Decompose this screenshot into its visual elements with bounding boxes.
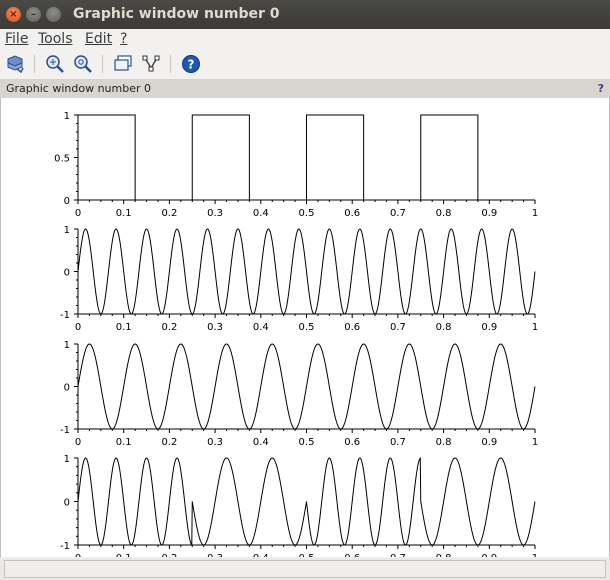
y-tick-label: 0 — [64, 268, 70, 279]
x-tick-label: 1 — [532, 553, 538, 557]
x-tick-label: 0.3 — [207, 553, 223, 557]
x-tick-label: 0.8 — [436, 437, 452, 448]
y-tick-label: 1 — [64, 111, 70, 122]
figure-label: Graphic window number 0 — [6, 82, 151, 95]
x-tick-label: 0.6 — [344, 437, 360, 448]
y-tick-label: 0 — [64, 498, 70, 509]
x-tick-label: 0.2 — [161, 322, 177, 333]
x-tick-label: 0.1 — [116, 437, 132, 448]
x-tick-label: 0.9 — [481, 322, 497, 333]
x-tick-label: 1 — [532, 437, 538, 448]
x-tick-label: 0.4 — [253, 553, 269, 557]
x-tick-label: 0 — [75, 322, 81, 333]
help-icon[interactable]: ? — [180, 53, 202, 75]
plot-curve — [77, 343, 536, 430]
x-tick-label: 0.4 — [253, 208, 269, 219]
datatip-icon[interactable] — [112, 53, 134, 75]
status-bar — [0, 558, 610, 580]
menu-bar: File Tools Edit ? — [0, 29, 610, 49]
y-tick-label: 1 — [64, 454, 70, 465]
x-tick-label: 0.7 — [390, 322, 406, 333]
x-tick-label: 0.5 — [299, 208, 315, 219]
x-tick-label: 0 — [75, 553, 81, 557]
plots-svg[interactable]: 0 0.1 0.2 0.3 0.4 0.5 0.6 0.7 0.8 0.9 100.510 0.1 0.… — [1, 98, 609, 564]
x-tick-label: 0.9 — [481, 437, 497, 448]
x-tick-label: 0.8 — [436, 208, 452, 219]
y-tick-label: 0 — [64, 383, 70, 394]
toolbar-separator — [34, 55, 35, 73]
x-tick-label: 0.5 — [299, 437, 315, 448]
x-tick-label: 0.6 — [344, 322, 360, 333]
menu-tools[interactable]: Tools — [38, 31, 73, 47]
y-tick-label: 0.5 — [54, 154, 70, 165]
x-tick-label: 0.7 — [390, 553, 406, 557]
x-tick-label: 0.1 — [116, 553, 132, 557]
zoom-in-icon[interactable] — [44, 53, 66, 75]
x-tick-label: 0 — [75, 437, 81, 448]
x-tick-label: 0.3 — [207, 208, 223, 219]
x-tick-label: 0.1 — [116, 322, 132, 333]
y-tick-label: -1 — [60, 541, 70, 552]
menu-help[interactable]: ? — [120, 31, 127, 47]
close-window-button[interactable]: × — [6, 7, 21, 22]
x-tick-label: 0.5 — [299, 322, 315, 333]
toolbar: ? — [0, 49, 610, 80]
menu-file[interactable]: File — [5, 31, 28, 47]
toolbar-separator — [170, 55, 171, 73]
plot-curve — [77, 228, 536, 315]
x-tick-label: 0.5 — [299, 553, 315, 557]
x-tick-label: 0.2 — [161, 437, 177, 448]
x-tick-label: 1 — [532, 322, 538, 333]
x-tick-label: 0.4 — [253, 322, 269, 333]
x-tick-label: 0.7 — [390, 208, 406, 219]
window-title: Graphic window number 0 — [73, 6, 280, 22]
x-tick-label: 0.6 — [344, 208, 360, 219]
minimize-window-button[interactable]: – — [26, 7, 41, 22]
x-tick-label: 0.3 — [207, 322, 223, 333]
plot-curve — [77, 114, 535, 201]
x-tick-label: 0.2 — [161, 208, 177, 219]
plot-canvas[interactable]: 0 0.1 0.2 0.3 0.4 0.5 0.6 0.7 0.8 0.9 1 0 0.5 1 0 0.1 0.… — [0, 98, 610, 564]
svg-text:?: ? — [188, 58, 195, 72]
x-tick-label: 0.9 — [481, 553, 497, 557]
x-tick-label: 0.6 — [344, 553, 360, 557]
x-tick-label: 0.4 — [253, 437, 269, 448]
datatip-edit-icon[interactable] — [140, 53, 162, 75]
figure-help-button[interactable]: ? — [598, 82, 604, 95]
x-tick-label: 0.2 — [161, 553, 177, 557]
status-field — [4, 560, 606, 578]
rotate-icon[interactable] — [4, 53, 26, 75]
x-tick-label: 0.8 — [436, 553, 452, 557]
y-tick-label: 1 — [64, 225, 70, 236]
title-bar: × – Graphic window number 0 — [0, 0, 610, 29]
x-tick-label: 0.8 — [436, 322, 452, 333]
x-tick-label: 0 — [75, 208, 81, 219]
menu-edit[interactable]: Edit — [85, 31, 112, 47]
y-tick-label: -1 — [60, 310, 70, 321]
y-tick-label: -1 — [60, 425, 70, 436]
zoom-reset-icon[interactable] — [72, 53, 94, 75]
x-tick-label: 0.1 — [116, 208, 132, 219]
x-tick-label: 0.3 — [207, 437, 223, 448]
x-tick-label: 0.9 — [481, 208, 497, 219]
figure-bar: Graphic window number 0 ? — [0, 80, 610, 98]
toolbar-separator — [102, 55, 103, 73]
x-tick-label: 0.7 — [390, 437, 406, 448]
maximize-window-button[interactable] — [46, 7, 61, 22]
y-tick-label: 1 — [64, 340, 70, 351]
plot-curve — [77, 456, 536, 547]
y-tick-label: 0 — [64, 196, 70, 207]
x-tick-label: 1 — [532, 208, 538, 219]
